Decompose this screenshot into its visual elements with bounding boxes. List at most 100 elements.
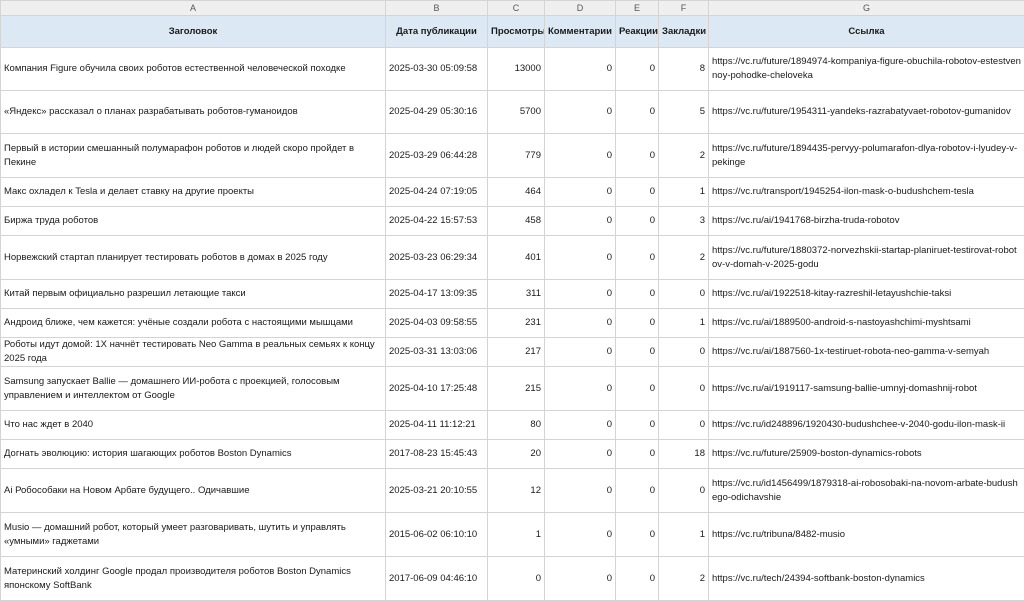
cell-link[interactable]: https://vc.ru/id248896/1920430-budushche…: [709, 411, 1024, 440]
cell-comments[interactable]: 0: [545, 207, 616, 236]
cell-title[interactable]: «Яндекс» рассказал о планах разрабатыват…: [1, 91, 386, 134]
cell-reactions[interactable]: 0: [616, 338, 659, 367]
cell-comments[interactable]: 0: [545, 134, 616, 178]
cell-views[interactable]: 458: [488, 207, 545, 236]
cell-link[interactable]: https://vc.ru/ai/1887560-1x-testiruet-ro…: [709, 338, 1024, 367]
cell-comments[interactable]: 0: [545, 91, 616, 134]
cell-bookmarks[interactable]: 2: [659, 557, 709, 601]
cell-link[interactable]: https://vc.ru/ai/1919117-samsung-ballie-…: [709, 367, 1024, 411]
cell-views[interactable]: 401: [488, 236, 545, 280]
cell-link[interactable]: https://vc.ru/ai/1922518-kitay-razreshil…: [709, 280, 1024, 309]
cell-reactions[interactable]: 0: [616, 469, 659, 513]
cell-comments[interactable]: 0: [545, 280, 616, 309]
cell-views[interactable]: 1: [488, 513, 545, 557]
cell-comments[interactable]: 0: [545, 48, 616, 91]
cell-views[interactable]: 13000: [488, 48, 545, 91]
cell-title[interactable]: Samsung запускает Ballie — домашнего ИИ-…: [1, 367, 386, 411]
cell-views[interactable]: 0: [488, 557, 545, 601]
cell-date[interactable]: 2025-03-31 13:03:06: [386, 338, 488, 367]
cell-title[interactable]: Ai Робособаки на Новом Арбате будущего..…: [1, 469, 386, 513]
header-link[interactable]: Ссылка: [709, 16, 1024, 48]
cell-title[interactable]: Первый в истории смешанный полумарафон р…: [1, 134, 386, 178]
cell-link[interactable]: https://vc.ru/ai/1889500-android-s-nasto…: [709, 309, 1024, 338]
cell-views[interactable]: 311: [488, 280, 545, 309]
cell-comments[interactable]: 0: [545, 309, 616, 338]
cell-link[interactable]: https://vc.ru/ai/1941768-birzha-truda-ro…: [709, 207, 1024, 236]
cell-reactions[interactable]: 0: [616, 280, 659, 309]
header-bookmarks[interactable]: Закладки: [659, 16, 709, 48]
cell-bookmarks[interactable]: 0: [659, 367, 709, 411]
cell-reactions[interactable]: 0: [616, 411, 659, 440]
cell-link[interactable]: https://vc.ru/future/1954311-yandeks-raz…: [709, 91, 1024, 134]
column-letter-d[interactable]: D: [545, 1, 616, 16]
cell-bookmarks[interactable]: 2: [659, 134, 709, 178]
cell-comments[interactable]: 0: [545, 338, 616, 367]
header-reactions[interactable]: Реакции: [616, 16, 659, 48]
cell-comments[interactable]: 0: [545, 513, 616, 557]
cell-title[interactable]: Биржа труда роботов: [1, 207, 386, 236]
cell-date[interactable]: 2025-04-03 09:58:55: [386, 309, 488, 338]
cell-bookmarks[interactable]: 1: [659, 309, 709, 338]
cell-title[interactable]: Макс охладел к Tesla и делает ставку на …: [1, 178, 386, 207]
cell-title[interactable]: Роботы идут домой: 1X начнёт тестировать…: [1, 338, 386, 367]
cell-reactions[interactable]: 0: [616, 309, 659, 338]
cell-date[interactable]: 2015-06-02 06:10:10: [386, 513, 488, 557]
cell-reactions[interactable]: 0: [616, 178, 659, 207]
cell-title[interactable]: Компания Figure обучила своих роботов ес…: [1, 48, 386, 91]
cell-reactions[interactable]: 0: [616, 440, 659, 469]
header-title[interactable]: Заголовок: [1, 16, 386, 48]
cell-reactions[interactable]: 0: [616, 236, 659, 280]
cell-bookmarks[interactable]: 18: [659, 440, 709, 469]
cell-bookmarks[interactable]: 2: [659, 236, 709, 280]
cell-bookmarks[interactable]: 0: [659, 338, 709, 367]
cell-bookmarks[interactable]: 5: [659, 91, 709, 134]
cell-link[interactable]: https://vc.ru/id1456499/1879318-ai-robos…: [709, 469, 1024, 513]
cell-views[interactable]: 5700: [488, 91, 545, 134]
cell-reactions[interactable]: 0: [616, 207, 659, 236]
header-views[interactable]: Просмотры: [488, 16, 545, 48]
cell-date[interactable]: 2025-04-17 13:09:35: [386, 280, 488, 309]
cell-date[interactable]: 2025-04-22 15:57:53: [386, 207, 488, 236]
cell-date[interactable]: 2025-04-10 17:25:48: [386, 367, 488, 411]
cell-title[interactable]: Musio — домашний робот, который умеет ра…: [1, 513, 386, 557]
cell-date[interactable]: 2025-03-23 06:29:34: [386, 236, 488, 280]
cell-title[interactable]: Андроид ближе, чем кажется: учёные созда…: [1, 309, 386, 338]
cell-reactions[interactable]: 0: [616, 48, 659, 91]
cell-bookmarks[interactable]: 1: [659, 513, 709, 557]
cell-views[interactable]: 217: [488, 338, 545, 367]
cell-views[interactable]: 80: [488, 411, 545, 440]
cell-date[interactable]: 2025-04-11 11:12:21: [386, 411, 488, 440]
cell-date[interactable]: 2017-06-09 04:46:10: [386, 557, 488, 601]
cell-comments[interactable]: 0: [545, 411, 616, 440]
cell-bookmarks[interactable]: 0: [659, 411, 709, 440]
cell-date[interactable]: 2025-03-30 05:09:58: [386, 48, 488, 91]
cell-reactions[interactable]: 0: [616, 134, 659, 178]
cell-views[interactable]: 12: [488, 469, 545, 513]
cell-comments[interactable]: 0: [545, 557, 616, 601]
column-letter-e[interactable]: E: [616, 1, 659, 16]
cell-date[interactable]: 2017-08-23 15:45:43: [386, 440, 488, 469]
cell-views[interactable]: 20: [488, 440, 545, 469]
cell-title[interactable]: Что нас ждет в 2040: [1, 411, 386, 440]
cell-bookmarks[interactable]: 0: [659, 469, 709, 513]
header-date[interactable]: Дата публикации: [386, 16, 488, 48]
column-letter-c[interactable]: C: [488, 1, 545, 16]
column-letter-f[interactable]: F: [659, 1, 709, 16]
cell-date[interactable]: 2025-03-21 20:10:55: [386, 469, 488, 513]
cell-title[interactable]: Догнать эволюцию: история шагающих робот…: [1, 440, 386, 469]
cell-title[interactable]: Норвежский стартап планирует тестировать…: [1, 236, 386, 280]
cell-comments[interactable]: 0: [545, 440, 616, 469]
cell-title[interactable]: Материнский холдинг Google продал произв…: [1, 557, 386, 601]
cell-comments[interactable]: 0: [545, 469, 616, 513]
cell-views[interactable]: 779: [488, 134, 545, 178]
cell-comments[interactable]: 0: [545, 367, 616, 411]
cell-views[interactable]: 464: [488, 178, 545, 207]
column-letter-g[interactable]: G: [709, 1, 1024, 16]
cell-reactions[interactable]: 0: [616, 367, 659, 411]
column-letter-a[interactable]: A: [1, 1, 386, 16]
cell-date[interactable]: 2025-03-29 06:44:28: [386, 134, 488, 178]
cell-views[interactable]: 231: [488, 309, 545, 338]
cell-date[interactable]: 2025-04-29 05:30:16: [386, 91, 488, 134]
cell-link[interactable]: https://vc.ru/tribuna/8482-musio: [709, 513, 1024, 557]
cell-bookmarks[interactable]: 8: [659, 48, 709, 91]
